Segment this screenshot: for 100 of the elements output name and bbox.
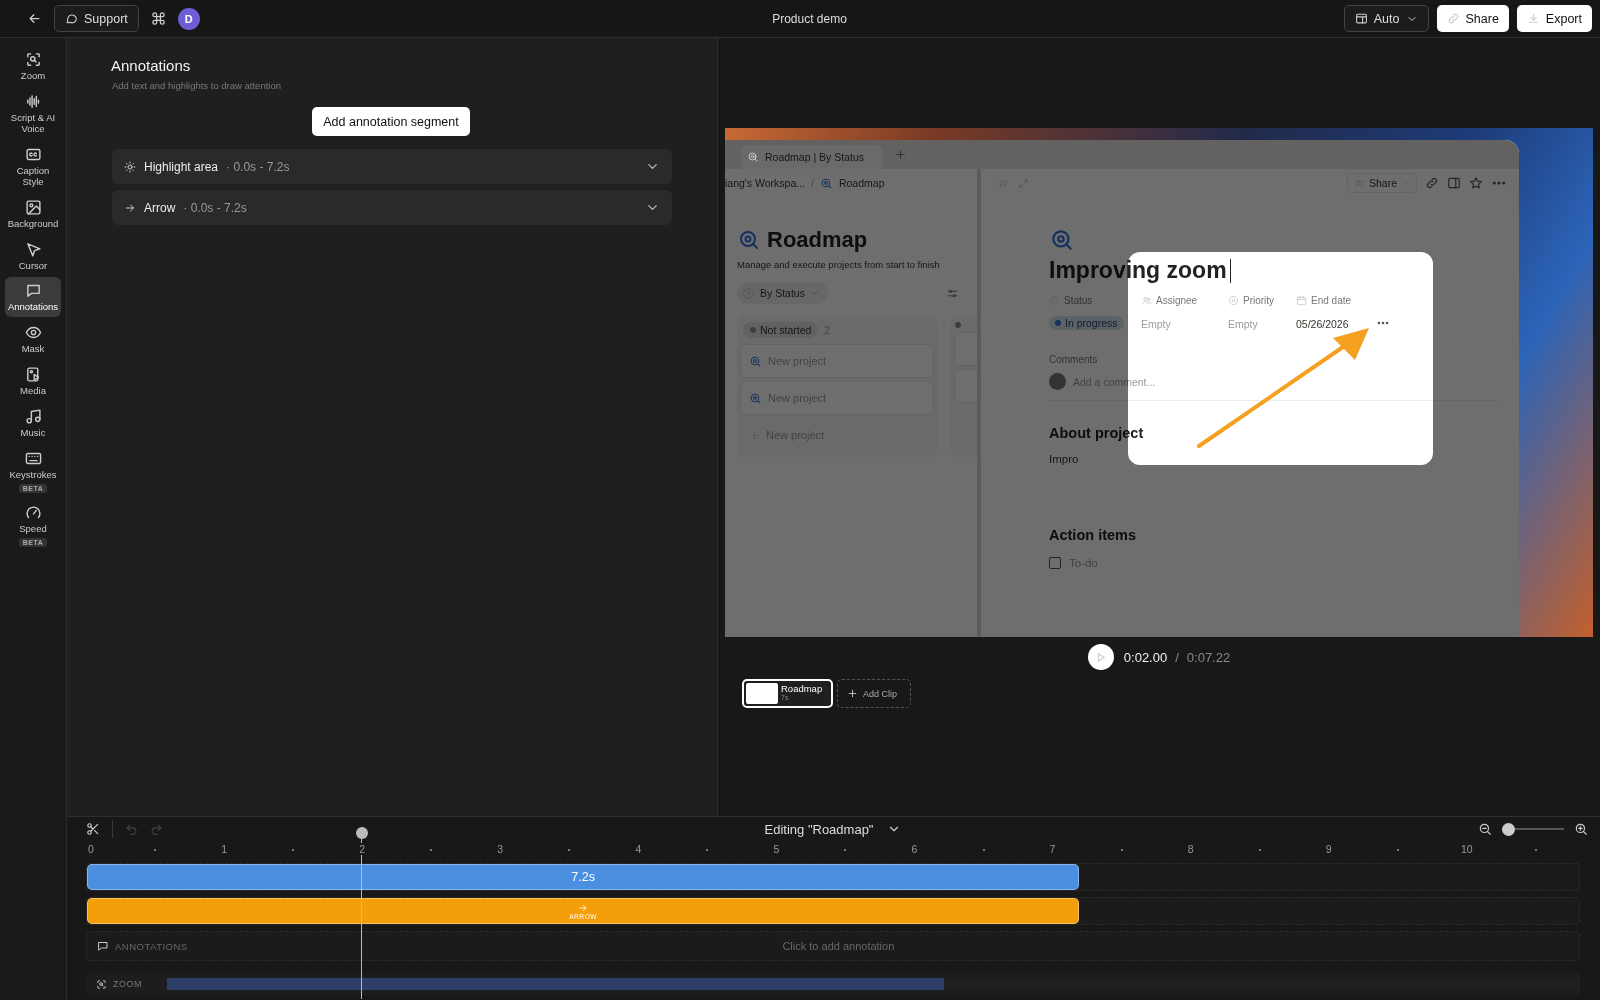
ruler-label: 8 xyxy=(1185,843,1196,855)
ruler-label: 4 xyxy=(633,843,644,855)
property-value[interactable]: 05/26/2026 xyxy=(1296,318,1349,330)
chat-bubble-icon xyxy=(65,12,78,25)
comments-label: Comments xyxy=(1049,354,1099,365)
timeline-title: Editing "Roadmap" xyxy=(764,821,874,837)
section-heading: Action items xyxy=(1049,527,1137,543)
add-segment-button[interactable]: Add annotation segment xyxy=(312,107,470,136)
ruler-label: 9 xyxy=(1323,843,1334,855)
checkbox[interactable] xyxy=(1049,557,1061,569)
speech-bubble-icon xyxy=(97,940,109,952)
text-cursor xyxy=(1229,258,1231,283)
section-text: Impro xyxy=(1049,453,1080,465)
ruler-tick xyxy=(568,849,571,851)
property-label: Priority xyxy=(1243,295,1275,306)
sidebar-label: Music xyxy=(20,428,46,440)
page-icon xyxy=(1049,227,1075,253)
breadcrumb-link[interactable]: iang's Workspa... xyxy=(725,177,805,189)
support-button[interactable]: Support xyxy=(54,5,139,32)
property-label: End date xyxy=(1311,295,1352,306)
arrow-icon xyxy=(578,902,589,913)
download-icon xyxy=(1526,12,1540,25)
ruler-tick xyxy=(1258,849,1261,851)
breadcrumb-separator: / xyxy=(811,177,814,189)
sidebar-label: Script & AI Voice xyxy=(9,112,57,135)
clip-bar[interactable] xyxy=(87,864,1080,890)
back-icon[interactable] xyxy=(27,11,42,26)
project-title: Product demo xyxy=(772,11,847,26)
segment-name: Arrow xyxy=(144,200,176,215)
current-time: 0:02.00 xyxy=(1123,649,1168,665)
layout-icon xyxy=(1354,12,1368,25)
arrow-icon xyxy=(124,201,136,214)
time-separator: / xyxy=(1175,649,1179,665)
side-panel-icon[interactable] xyxy=(1447,176,1461,190)
magnifier-icon xyxy=(96,978,107,990)
breadcrumb-link[interactable]: Roadmap xyxy=(838,177,885,189)
ruler-label: 3 xyxy=(495,843,506,855)
zoom-out-icon[interactable] xyxy=(1478,822,1492,836)
star-icon[interactable] xyxy=(1469,176,1483,190)
sidebar-label: Media xyxy=(20,386,46,398)
user-avatar[interactable]: D xyxy=(177,7,200,30)
sidebar-item[interactable]: Zoom xyxy=(5,46,61,86)
ruler-label: 5 xyxy=(771,843,782,855)
track-label: ZOOM xyxy=(113,979,142,989)
waveform-icon xyxy=(24,92,42,110)
ruler-tick xyxy=(844,849,847,851)
sidebar-item[interactable]: Script & AI Voice xyxy=(5,87,61,139)
ruler-tick xyxy=(292,849,295,851)
magnifier-icon xyxy=(24,51,42,68)
page-icon xyxy=(819,176,833,190)
tab-label: Roadmap | By Status xyxy=(765,151,865,163)
plus-icon[interactable] xyxy=(894,148,908,161)
add-clip-button[interactable]: Add Clip xyxy=(837,679,911,708)
page-icon xyxy=(737,228,761,252)
play-button[interactable] xyxy=(1087,644,1114,670)
sidebar-label: Speed xyxy=(19,524,47,535)
ruler-label: 7 xyxy=(1047,843,1058,855)
property-label: Assignee xyxy=(1156,295,1198,306)
sidebar-item[interactable]: Background xyxy=(5,193,61,234)
link-icon xyxy=(1446,12,1460,25)
property-label: Status xyxy=(1064,295,1093,306)
sidebar-item[interactable]: Media xyxy=(5,361,61,402)
sidebar-label: Zoom xyxy=(20,71,46,82)
share-button[interactable]: Share xyxy=(1436,5,1509,32)
image-icon xyxy=(24,198,42,216)
clip-thumbnail xyxy=(746,683,778,704)
slider-thumb[interactable] xyxy=(1502,822,1516,836)
ruler-label: 10 xyxy=(1458,843,1475,855)
command-key-icon[interactable] xyxy=(150,11,166,26)
sidebar-item[interactable]: Mask xyxy=(5,319,61,360)
panel-subtitle: Add text and highlights to draw attention xyxy=(112,80,282,91)
page-share-button[interactable]: Share xyxy=(1346,173,1417,193)
segment-time: · 0.0s - 7.2s xyxy=(183,200,248,215)
export-button[interactable]: Export xyxy=(1516,5,1592,32)
sidebar-label: Background xyxy=(7,218,59,230)
ruler-tick xyxy=(706,849,709,851)
sidebar-item[interactable]: Music xyxy=(5,403,61,444)
zoom-in-icon[interactable] xyxy=(1574,822,1588,836)
segment-name: Highlight area xyxy=(144,159,219,174)
layout-dropdown[interactable]: Auto xyxy=(1343,5,1429,32)
sun-icon xyxy=(124,160,136,173)
ruler-label: 6 xyxy=(909,843,920,855)
sidebar-label: Keystrokes xyxy=(9,470,57,482)
segment-row[interactable]: Arrow · 0.0s - 7.2s xyxy=(112,190,672,225)
ruler-tick xyxy=(154,849,157,851)
scissors-icon[interactable] xyxy=(86,822,100,836)
sidebar-item[interactable]: Cursor xyxy=(5,235,61,276)
panel-title: Annotations xyxy=(111,57,192,74)
segment-row[interactable]: Highlight area · 0.0s - 7.2s xyxy=(112,149,672,184)
link-icon[interactable] xyxy=(1425,176,1439,190)
people-icon xyxy=(1141,295,1152,306)
track-hint: Click to add annotation xyxy=(782,940,895,952)
clip-title: Roadmap xyxy=(781,683,823,694)
cursor-icon xyxy=(24,240,42,258)
ruler-tick xyxy=(1120,849,1123,851)
total-duration: 0:07.22 xyxy=(1186,649,1231,665)
sidebar-item[interactable]: Caption Style xyxy=(5,140,61,192)
sidebar-item[interactable]: Annotations xyxy=(5,277,61,318)
track-label: ANNOTATIONS xyxy=(115,940,188,952)
plus-icon xyxy=(847,688,858,699)
